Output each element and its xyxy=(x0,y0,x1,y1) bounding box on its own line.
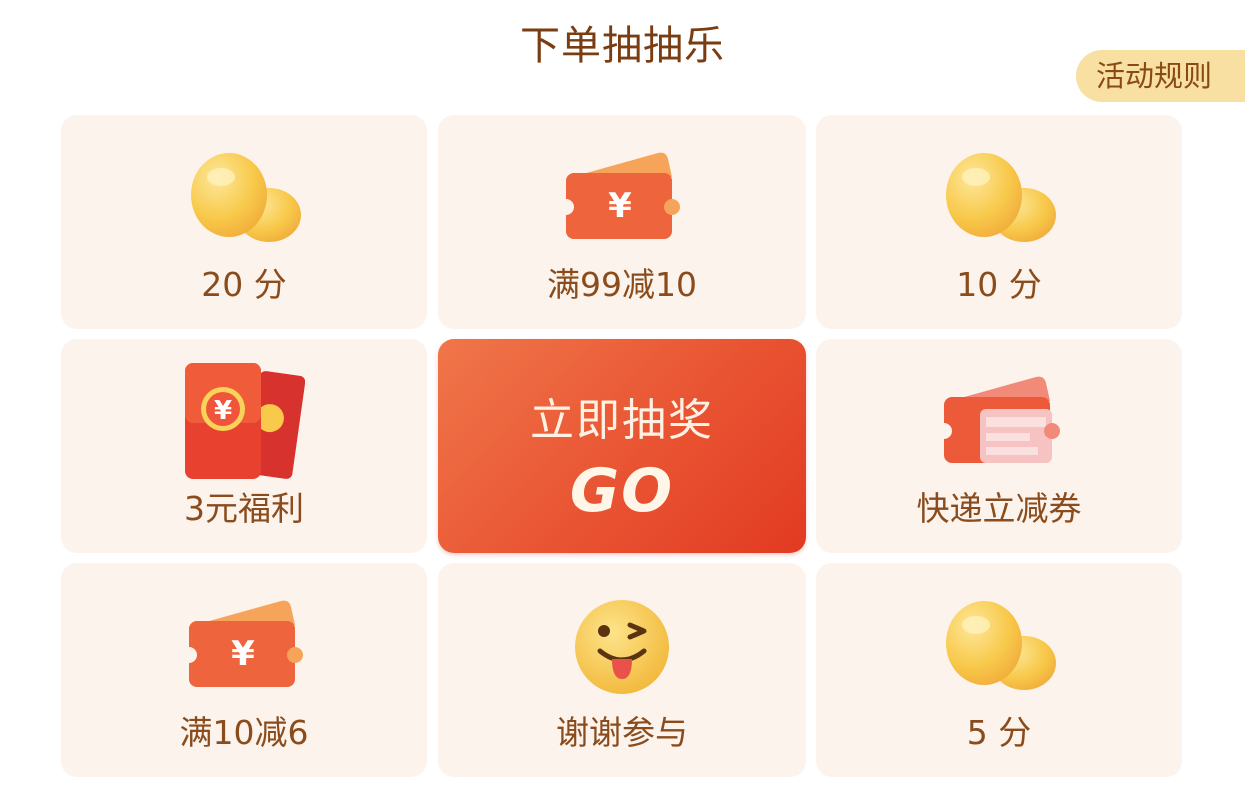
rules-button[interactable]: 活动规则 xyxy=(1076,50,1245,102)
prize-label: 满10减6 xyxy=(179,713,309,752)
svg-text:¥: ¥ xyxy=(214,396,232,426)
prize-label: 满99减10 xyxy=(547,265,697,304)
beans-icon xyxy=(946,601,1056,690)
prize-cell-6: ¥ 满10减6 xyxy=(61,563,427,777)
prize-cell-5: 快递立减券 xyxy=(816,339,1182,553)
svg-text:¥: ¥ xyxy=(608,186,632,226)
draw-button-title: 立即抽奖 xyxy=(530,395,714,446)
coupon-icon: ¥ xyxy=(562,152,680,239)
beans-icon xyxy=(191,153,301,242)
svg-text:¥: ¥ xyxy=(231,634,255,674)
tongue-emoji-icon xyxy=(575,600,669,694)
prize-label: 谢谢参与 xyxy=(556,713,688,752)
beans-icon xyxy=(946,153,1056,242)
prize-label: 20 分 xyxy=(201,265,287,304)
prize-label: 3元福利 xyxy=(184,489,304,528)
prize-cell-8: 5 分 xyxy=(816,563,1182,777)
prize-label: 10 分 xyxy=(956,265,1042,304)
prize-label: 5 分 xyxy=(966,713,1032,752)
express-coupon-icon xyxy=(940,376,1060,463)
prize-label: 快递立减券 xyxy=(916,489,1082,528)
draw-button-go: GO xyxy=(569,456,675,526)
prize-cell-3: 10 分 xyxy=(816,115,1182,329)
red-envelope-icon: ¥ xyxy=(185,363,305,479)
prize-cell-1: 20 分 xyxy=(61,115,427,329)
prize-cell-4: ¥ 3元福利 xyxy=(61,339,427,553)
prize-cell-2: ¥ 满99减10 xyxy=(438,115,806,329)
coupon-icon: ¥ xyxy=(185,600,303,687)
prize-cell-7: 谢谢参与 xyxy=(438,563,806,777)
page-title: 下单抽抽乐 xyxy=(520,23,725,69)
draw-button[interactable]: 立即抽奖 GO xyxy=(438,339,806,553)
